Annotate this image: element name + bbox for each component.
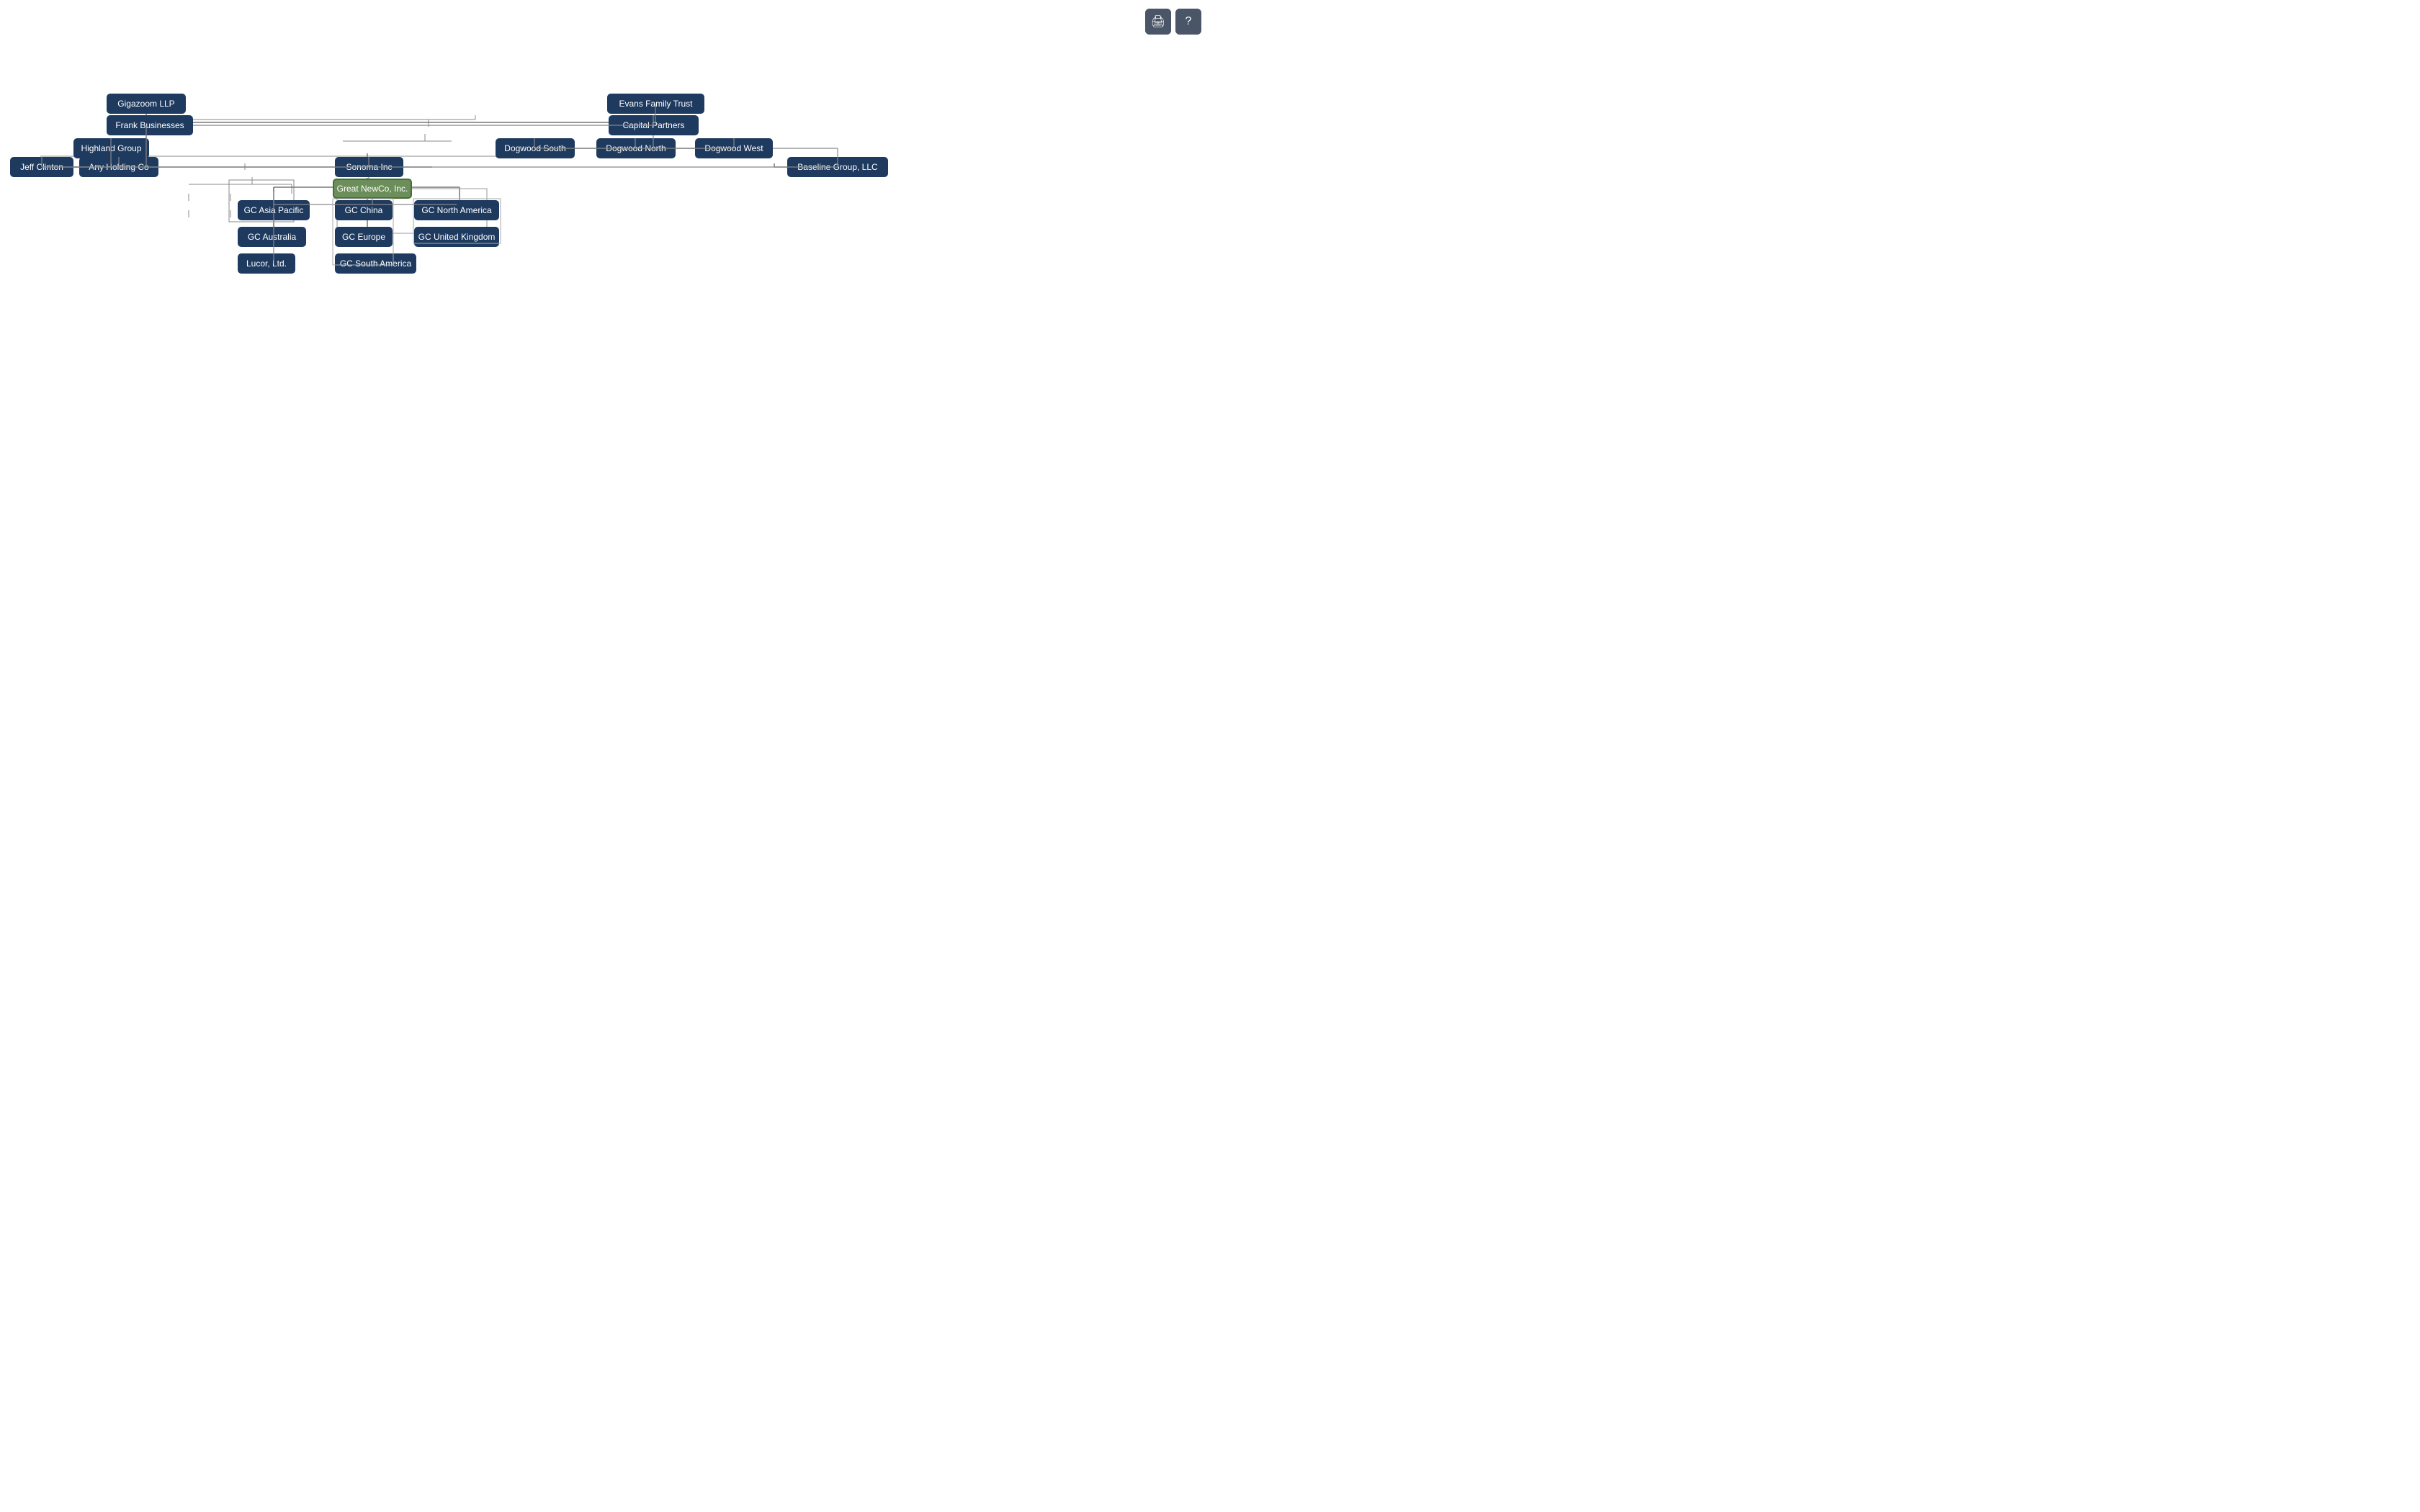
any-node[interactable]: Any Holding Co: [79, 157, 158, 177]
print-button[interactable]: 🖨: [1145, 9, 1171, 35]
gc-china-node[interactable]: GC China: [335, 200, 393, 220]
gc-australia-node[interactable]: GC Australia: [238, 227, 306, 247]
toolbar-container: 🖨 ?: [1145, 9, 1201, 35]
lucor-node[interactable]: Lucor, Ltd.: [238, 253, 295, 274]
gc-uk-node[interactable]: GC United Kingdom: [414, 227, 499, 247]
sonoma-node[interactable]: Sonoma Inc: [335, 157, 403, 177]
baseline-node[interactable]: Baseline Group, LLC: [787, 157, 888, 177]
dogwood-south-node[interactable]: Dogwood South: [496, 138, 575, 158]
dogwood-north-node[interactable]: Dogwood North: [596, 138, 676, 158]
help-button[interactable]: ?: [1175, 9, 1201, 35]
jeff-node[interactable]: Jeff Clinton: [10, 157, 73, 177]
dogwood-west-node[interactable]: Dogwood West: [695, 138, 773, 158]
gc-europe-node[interactable]: GC Europe: [335, 227, 393, 247]
great-newco-node[interactable]: Great NewCo, Inc.: [333, 179, 412, 199]
gc-north-am-node[interactable]: GC North America: [414, 200, 499, 220]
frank-node[interactable]: Frank Businesses: [107, 115, 193, 135]
evans-node[interactable]: Evans Family Trust: [607, 94, 704, 114]
highland-node[interactable]: Highland Group: [73, 138, 149, 158]
gc-asia-node[interactable]: GC Asia Pacific: [238, 200, 310, 220]
capital-partners-node[interactable]: Capital Partners: [609, 115, 699, 135]
gigazoom-node[interactable]: Gigazoom LLP: [107, 94, 186, 114]
gc-south-am-node[interactable]: GC South America: [335, 253, 416, 274]
